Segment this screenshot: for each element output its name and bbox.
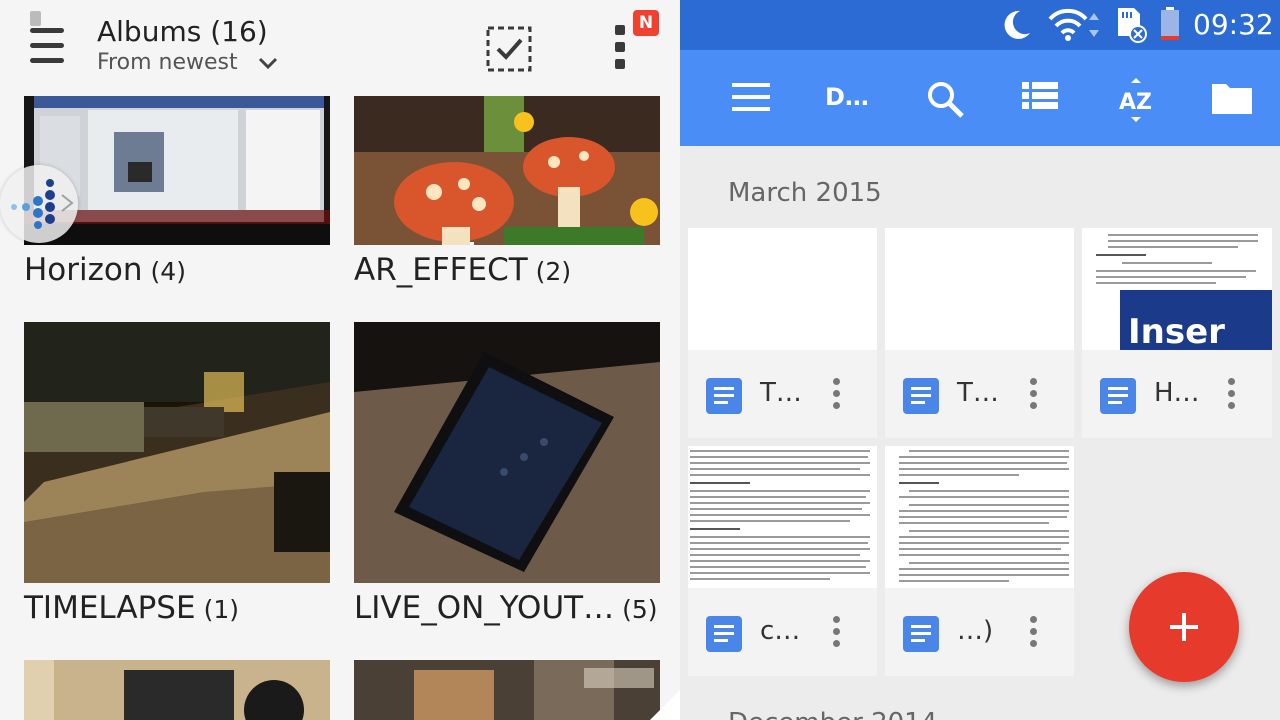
album-label-live-on-youtube: LIVE_ON_YOUT… (5) [354,590,658,626]
album-name: TIMELAPSE [24,590,196,626]
file-preview: Inser [1082,228,1272,350]
list-view-icon[interactable] [1022,82,1060,116]
more-options-icon[interactable] [833,616,841,648]
file-card-footer: …) [885,588,1074,676]
menu-icon[interactable] [732,83,772,113]
doc-icon [706,616,742,652]
album-count: (2) [535,257,572,286]
status-bar: 09:32 [680,0,1280,50]
file-card[interactable]: T… [885,228,1074,438]
gallery-header: Albums (16) From newest N [0,0,680,96]
file-name: H… [1154,378,1200,408]
floating-widget-icon [11,179,74,229]
plus-icon [1170,613,1198,641]
search-icon[interactable] [926,80,966,120]
album-count: (5) [622,595,658,624]
partial-thumbnail-2 [354,660,660,720]
more-options-icon[interactable] [1228,378,1236,410]
screen: Horizon (4) AR_EFFECT (2) TIMELAPSE (1) … [0,0,1280,720]
svg-text:AZ: AZ [1119,90,1152,115]
folder-icon[interactable] [1211,80,1253,116]
album-name: AR_EFFECT [354,252,528,288]
partial-thumbnail-1 [24,660,330,720]
do-not-disturb-moon-icon [1004,10,1030,39]
album-label-horizon: Horizon (4) [24,252,186,288]
notification-badge: N [633,10,659,36]
sort-order-label[interactable]: From newest [97,50,238,75]
file-preview [688,228,877,350]
menu-icon[interactable] [30,28,66,70]
file-preview [688,446,877,588]
album-thumb-partial-1[interactable] [24,660,330,720]
doc-icon [706,378,742,414]
album-thumb-live-on-youtube[interactable] [354,322,660,583]
more-options-icon[interactable] [833,378,841,410]
pane-resize-handle[interactable] [650,690,680,720]
album-count: (4) [150,257,186,286]
battery-icon [1161,7,1179,40]
live-thumbnail [354,322,660,583]
next-section-header: December 2014 [728,708,937,720]
album-label-ar-effect: AR_EFFECT (2) [354,252,571,288]
status-time: 09:32 [1193,8,1274,41]
file-name: T… [760,378,802,408]
drive-pane: 09:32 D… AZ March 2015 T… T… Inser H… c…… [680,0,1280,720]
chevron-down-icon[interactable] [258,56,278,70]
album-thumb-ar-effect[interactable] [354,92,660,245]
battery-small-icon [30,11,41,26]
file-card[interactable]: Inser H… [1082,228,1272,438]
album-label-timelapse: TIMELAPSE (1) [24,590,239,626]
section-header: March 2015 [728,178,882,208]
select-checkbox-icon[interactable] [485,25,533,73]
preview-text: Inser [1128,312,1225,350]
file-card-footer: c… [688,588,877,676]
doc-icon [903,378,939,414]
sd-card-icon [1118,8,1147,43]
file-name: …) [957,616,994,646]
more-options-icon[interactable] [1030,378,1038,410]
floating-shortcut-widget[interactable] [0,165,78,243]
file-card[interactable]: …) [885,446,1074,676]
file-preview [885,228,1074,350]
file-card-footer: T… [688,350,877,438]
wifi-icon [1048,8,1099,41]
drive-app-bar: D… AZ [680,50,1280,146]
gallery-pane: Horizon (4) AR_EFFECT (2) TIMELAPSE (1) … [0,0,680,720]
gallery-title: Albums (16) [97,15,268,48]
doc-icon [903,616,939,652]
file-card-footer: T… [885,350,1074,438]
more-options-icon[interactable] [1030,616,1038,648]
album-thumb-partial-2[interactable] [354,660,660,720]
sort-az-icon[interactable]: AZ [1116,78,1156,122]
file-name: c… [760,616,801,646]
file-card[interactable]: T… [688,228,877,438]
album-count: (1) [203,595,239,624]
drive-title: D… [825,83,869,111]
album-thumb-timelapse[interactable] [24,322,330,583]
document-image-preview: Inser [1120,290,1272,350]
album-name: LIVE_ON_YOUT… [354,590,615,626]
new-item-fab[interactable] [1129,572,1239,682]
timelapse-thumbnail [24,322,330,583]
file-card-footer: H… [1082,350,1272,438]
album-name: Horizon [24,252,143,288]
doc-icon [1100,378,1136,414]
file-name: T… [957,378,999,408]
file-card[interactable]: c… [688,446,877,676]
file-preview [885,446,1074,588]
ar-effect-thumbnail [354,92,660,245]
more-options-icon[interactable] [614,25,628,73]
